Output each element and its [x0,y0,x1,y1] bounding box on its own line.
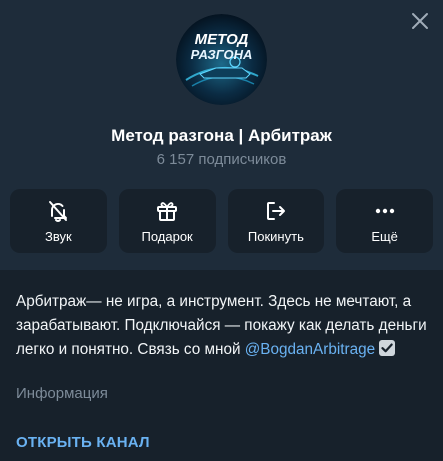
leave-button[interactable]: Покинуть [227,189,325,253]
gift-button[interactable]: Подарок [118,189,216,253]
more-label: Ещё [371,228,398,244]
leave-icon [266,201,285,220]
mute-label: Звук [45,228,72,244]
channel-avatar[interactable]: МЕТОД РАЗГОНА [176,14,267,105]
mute-button[interactable]: Звук [10,189,107,253]
action-bar: Звук Подарок Покинуть Ещё [10,189,433,253]
close-icon[interactable] [409,10,431,32]
leave-label: Покинуть [247,228,304,244]
contact-link[interactable]: @BogdanArbitrage [245,341,375,358]
check-icon [379,340,396,356]
avatar-text-line2: РАЗГОНА [191,47,253,62]
info-label: Информация [16,385,108,402]
avatar-text-line1: МЕТОД [195,31,249,48]
open-channel-button[interactable]: ОТКРЫТЬ КАНАЛ [16,434,150,451]
bell-off-icon [49,200,68,222]
gift-label: Подарок [141,228,193,244]
more-icon [375,208,394,213]
subscriber-count: 6 157 подписчиков [156,151,287,168]
channel-description: Арбитраж— не игра, а инструмент. Здесь н… [16,290,431,362]
gift-icon [157,201,178,221]
more-button[interactable]: Ещё [336,189,433,253]
channel-title: Метод разгона | Арбитраж [111,126,332,145]
info-panel: Арбитраж— не игра, а инструмент. Здесь н… [0,270,443,461]
